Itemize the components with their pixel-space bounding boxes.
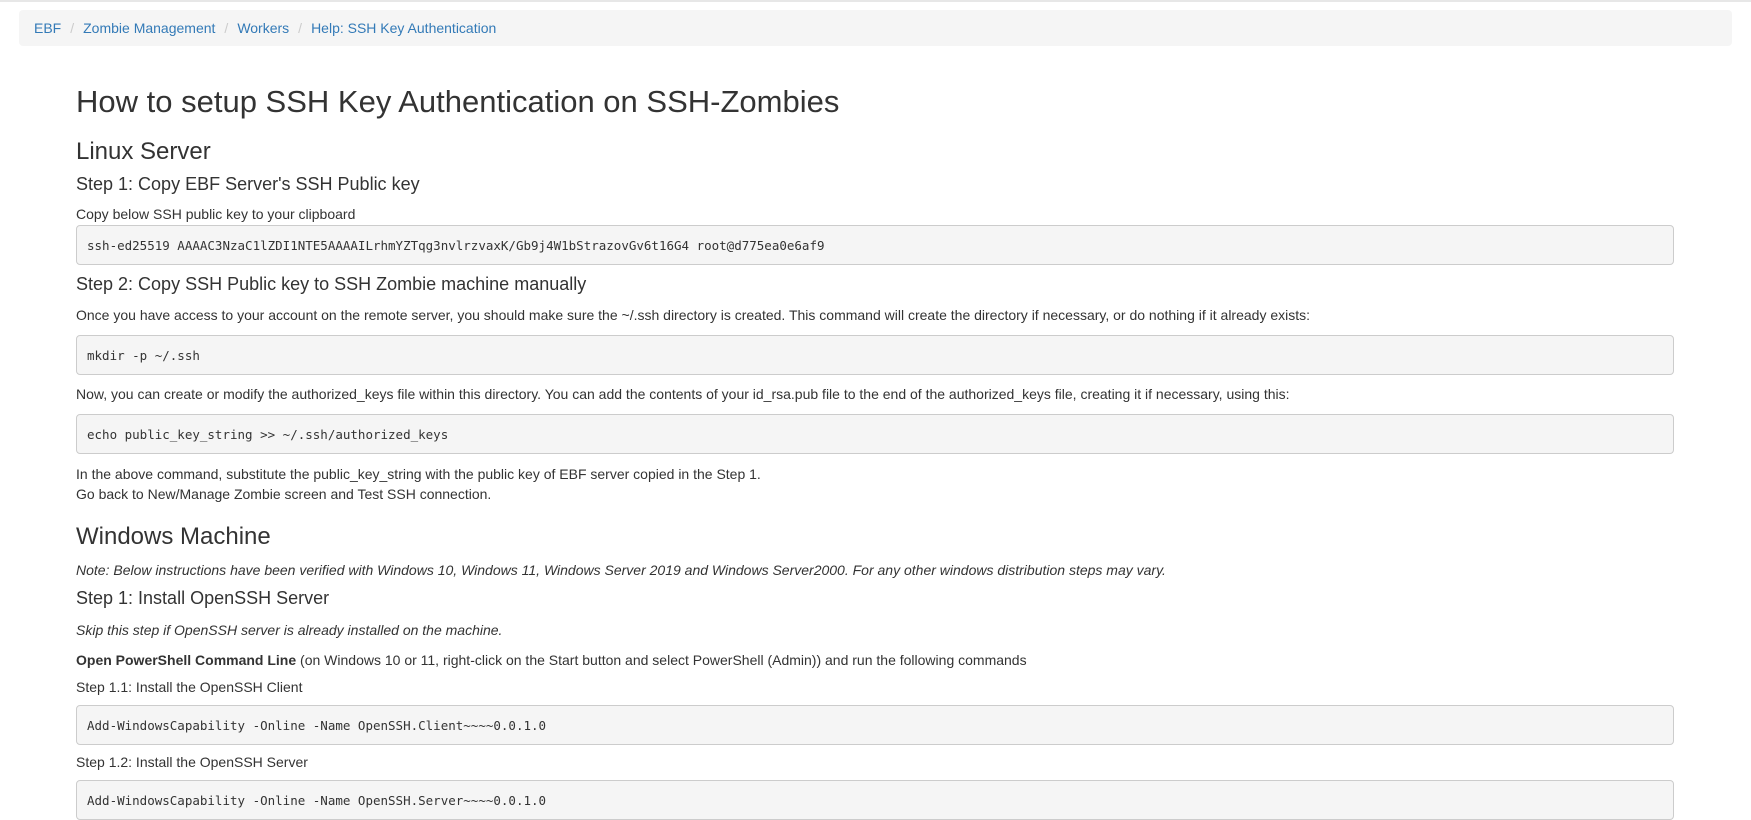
breadcrumb-separator: / xyxy=(70,20,75,36)
breadcrumb-link-workers[interactable]: Workers xyxy=(237,20,289,36)
breadcrumb-link-ebf[interactable]: EBF xyxy=(34,20,61,36)
step12-label: Step 1.2: Install the OpenSSH Server xyxy=(76,754,308,770)
linux-step2-text3: In the above command, substitute the pub… xyxy=(76,466,761,482)
windows-machine-heading: Windows Machine xyxy=(76,523,271,550)
windows-skip-note: Skip this step if OpenSSH server is alre… xyxy=(76,622,503,638)
ssh-public-key-code[interactable]: ssh-ed25519 AAAAC3NzaC1lZDI1NTE5AAAAILrh… xyxy=(76,225,1674,265)
powershell-instruction-bold: Open PowerShell Command Line xyxy=(76,652,297,668)
top-border xyxy=(0,0,1751,2)
powershell-instruction: Open PowerShell Command Line (on Windows… xyxy=(76,652,1027,668)
linux-step2-heading: Step 2: Copy SSH Public key to SSH Zombi… xyxy=(76,274,587,294)
linux-step1-heading: Step 1: Copy EBF Server's SSH Public key xyxy=(76,174,420,194)
breadcrumb: EBF / Zombie Management / Workers / Help… xyxy=(19,10,1732,46)
linux-step2-text2: Now, you can create or modify the author… xyxy=(76,386,1290,402)
install-openssh-client-code[interactable]: Add-WindowsCapability -Online -Name Open… xyxy=(76,705,1674,745)
breadcrumb-separator: / xyxy=(298,20,303,36)
windows-note: Note: Below instructions have been verif… xyxy=(76,562,1166,578)
breadcrumb-link-help-ssh-key-auth[interactable]: Help: SSH Key Authentication xyxy=(311,20,496,36)
install-openssh-server-code[interactable]: Add-WindowsCapability -Online -Name Open… xyxy=(76,780,1674,820)
linux-step2-text1: Once you have access to your account on … xyxy=(76,307,1311,323)
echo-authorized-keys-code[interactable]: echo public_key_string >> ~/.ssh/authori… xyxy=(76,414,1674,454)
linux-server-heading: Linux Server xyxy=(76,138,211,165)
breadcrumb-separator: / xyxy=(224,20,229,36)
page-title: How to setup SSH Key Authentication on S… xyxy=(76,84,840,119)
windows-step1-heading: Step 1: Install OpenSSH Server xyxy=(76,588,330,608)
linux-step2-text4: Go back to New/Manage Zombie screen and … xyxy=(76,486,492,502)
linux-step1-text: Copy below SSH public key to your clipbo… xyxy=(76,206,356,222)
breadcrumb-link-zombie-management[interactable]: Zombie Management xyxy=(83,20,215,36)
step11-label: Step 1.1: Install the OpenSSH Client xyxy=(76,679,303,695)
mkdir-code[interactable]: mkdir -p ~/.ssh xyxy=(76,335,1674,375)
powershell-instruction-rest: (on Windows 10 or 11, right-click on the… xyxy=(296,652,1027,668)
